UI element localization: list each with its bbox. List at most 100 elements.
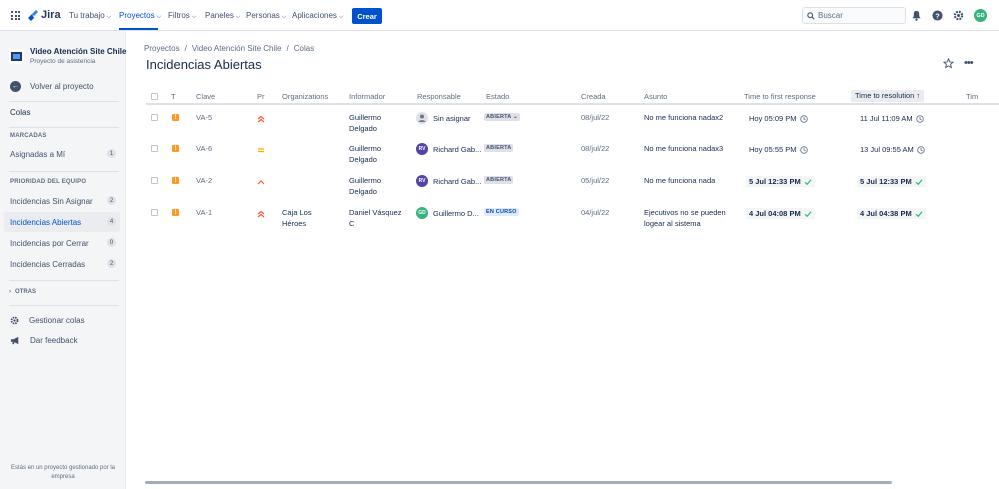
managed-project-note: Estás en un proyecto gestionado por la e… bbox=[10, 465, 116, 480]
status-badge[interactable]: ABIERTA bbox=[484, 144, 514, 152]
summary[interactable]: No me funciona nadax2 bbox=[644, 113, 723, 123]
queues-heading[interactable]: Colas bbox=[10, 108, 30, 117]
manage-queues-link[interactable]: Gestionar colas bbox=[10, 316, 85, 325]
reporter-line-1: Guillermo bbox=[349, 144, 382, 153]
created-date: 08/jul/22 bbox=[581, 144, 610, 153]
section-otras-toggle[interactable]: › OTRAS bbox=[9, 289, 36, 295]
summary[interactable]: No me funciona nada bbox=[644, 176, 715, 186]
status-badge[interactable]: ABIERTA bbox=[484, 176, 514, 184]
table-row[interactable]: ! VA-1 Caja Los Héroes Daniel Vásquez C … bbox=[146, 205, 999, 237]
header-assignee[interactable]: Responsable bbox=[417, 92, 461, 101]
nav-proyectos[interactable]: Proyectos ⌵ bbox=[119, 11, 161, 21]
section-priority: PRIORIDAD DEL EQUIPO bbox=[10, 179, 87, 185]
select-all-checkbox[interactable] bbox=[151, 93, 158, 100]
reporter-line-2: Delgado bbox=[349, 187, 377, 196]
star-icon[interactable] bbox=[943, 58, 954, 69]
app-switcher-icon[interactable] bbox=[11, 11, 20, 20]
assignee[interactable]: Sin asignar bbox=[416, 112, 471, 124]
top-navigation: Jira Tu trabajo ⌵ Proyectos ⌵ Filtros ⌵ Pan… bbox=[0, 0, 999, 31]
task-type-icon: ! bbox=[172, 145, 179, 152]
header-reporter[interactable]: Informador bbox=[349, 92, 385, 101]
summary-line-1[interactable]: Ejecutivos no se pueden bbox=[644, 208, 726, 218]
first-response-sla: 4 Jul 04:08 PM bbox=[746, 208, 815, 219]
assignee[interactable]: GD Guillermo D... bbox=[416, 207, 479, 219]
count-badge: 2 bbox=[107, 196, 116, 205]
row-checkbox[interactable] bbox=[151, 209, 158, 216]
status-badge[interactable]: EN CURSO bbox=[484, 208, 519, 216]
header-status[interactable]: Estado bbox=[486, 92, 509, 101]
table-row[interactable]: ! VA-5 Guillermo Delgado Sin asignar ABI… bbox=[146, 110, 999, 142]
settings-gear-icon[interactable] bbox=[953, 10, 964, 21]
header-summary[interactable]: Asunto bbox=[644, 92, 667, 101]
nav-personas[interactable]: Personas ⌵ bbox=[246, 11, 286, 21]
summary[interactable]: No me funciona nadax3 bbox=[644, 144, 723, 154]
count-badge: 1 bbox=[107, 149, 116, 158]
breadcrumb: Proyectos / Video Atención Site Chile / Cola… bbox=[144, 44, 315, 53]
header-organizations[interactable]: Organizations bbox=[282, 92, 328, 101]
nav-paneles[interactable]: Paneles ⌵ bbox=[205, 11, 240, 21]
reporter-line-1: Guillermo bbox=[349, 176, 382, 185]
sidebar-item-por-cerrar[interactable]: Incidencias por Cerrar 0 bbox=[4, 233, 120, 253]
header-first-response[interactable]: Time to first response bbox=[744, 92, 816, 101]
sort-up-arrow-icon: ↑ bbox=[916, 91, 921, 100]
header-created[interactable]: Creada bbox=[581, 92, 606, 101]
sidebar-item-asignadas[interactable]: Asignadas a Mí 1 bbox=[4, 144, 120, 164]
sidebar-item-sin-asignar[interactable]: Incidencias Sin Asignar 2 bbox=[4, 191, 120, 211]
help-icon[interactable]: ? bbox=[932, 10, 943, 21]
row-checkbox[interactable] bbox=[151, 145, 158, 152]
header-priority[interactable]: Pr bbox=[257, 92, 265, 101]
breadcrumb-project[interactable]: Video Atención Site Chile bbox=[192, 44, 282, 53]
table-row[interactable]: ! VA-2 Guillermo Delgado RV Richard Gab.… bbox=[146, 173, 999, 205]
nav-tu-trabajo[interactable]: Tu trabajo ⌵ bbox=[69, 11, 111, 21]
project-type: Proyecto de asistencia bbox=[30, 58, 96, 65]
chevron-down-icon: ⌵ bbox=[281, 14, 287, 20]
clock-icon bbox=[917, 145, 925, 154]
unassigned-user-icon bbox=[416, 112, 428, 124]
summary-line-2[interactable]: logear al sistema bbox=[644, 219, 701, 229]
breadcrumb-colas[interactable]: Colas bbox=[294, 44, 314, 53]
nav-filtros[interactable]: Filtros ⌵ bbox=[168, 11, 196, 21]
breadcrumb-proyectos[interactable]: Proyectos bbox=[144, 44, 180, 53]
issue-key[interactable]: VA-5 bbox=[196, 113, 212, 123]
row-checkbox[interactable] bbox=[151, 114, 158, 121]
user-avatar[interactable]: GD bbox=[974, 9, 987, 22]
table-row[interactable]: ! VA-6 Guillermo Delgado RV Richard Gab.… bbox=[146, 141, 999, 173]
header-type[interactable]: T bbox=[171, 92, 176, 101]
clock-icon bbox=[915, 114, 924, 123]
nav-aplicaciones[interactable]: Aplicaciones ⌵ bbox=[292, 11, 343, 21]
created-date: 04/jul/22 bbox=[581, 208, 610, 217]
issue-key[interactable]: VA-1 bbox=[196, 208, 212, 218]
priority-highest-icon bbox=[257, 115, 265, 123]
create-button[interactable]: Crear bbox=[352, 8, 382, 24]
assignee[interactable]: RV Richard Gab... bbox=[416, 175, 481, 187]
search-icon bbox=[807, 11, 815, 20]
status-dropdown[interactable]: ABIERTA ⌄ bbox=[484, 113, 520, 121]
search-placeholder: Buscar bbox=[818, 11, 843, 20]
horizontal-scrollbar[interactable] bbox=[145, 481, 892, 484]
jira-logo[interactable]: Jira bbox=[28, 9, 61, 21]
search-input[interactable]: Buscar bbox=[802, 7, 906, 24]
arrow-left-icon: ← bbox=[10, 81, 21, 92]
back-to-project-link[interactable]: ← Volver al proyecto bbox=[10, 81, 94, 92]
assignee-avatar: GD bbox=[416, 207, 428, 219]
project-name: Video Atención Site Chile bbox=[30, 47, 127, 56]
assignee[interactable]: RV Richard Gab... bbox=[416, 143, 481, 155]
more-options-icon[interactable]: ••• bbox=[964, 57, 974, 69]
reporter-line-1: Guillermo bbox=[349, 113, 382, 122]
sidebar-item-cerradas[interactable]: Incidencias Cerradas 2 bbox=[4, 254, 120, 274]
notifications-icon[interactable] bbox=[911, 10, 922, 21]
first-response-sla: Hoy 05:55 PM bbox=[749, 145, 808, 154]
table-header: T Clave Pr Organizations Informador Resp… bbox=[146, 88, 999, 105]
reporter-line-1: Daniel Vásquez bbox=[349, 208, 402, 217]
header-resolution[interactable]: Time to resolution ↑ bbox=[851, 90, 925, 102]
sidebar-item-abiertas[interactable]: Incidencias Abiertas 4 bbox=[4, 212, 120, 232]
section-marked: MARCADAS bbox=[10, 133, 47, 139]
back-label: Volver al proyecto bbox=[30, 82, 94, 91]
issue-key[interactable]: VA-6 bbox=[196, 144, 212, 154]
row-checkbox[interactable] bbox=[151, 177, 158, 184]
header-key[interactable]: Clave bbox=[196, 92, 215, 101]
header-next[interactable]: Tim bbox=[966, 92, 978, 101]
feedback-link[interactable]: Dar feedback bbox=[10, 336, 78, 345]
issue-key[interactable]: VA-2 bbox=[196, 176, 212, 186]
priority-medium-icon bbox=[258, 148, 264, 153]
